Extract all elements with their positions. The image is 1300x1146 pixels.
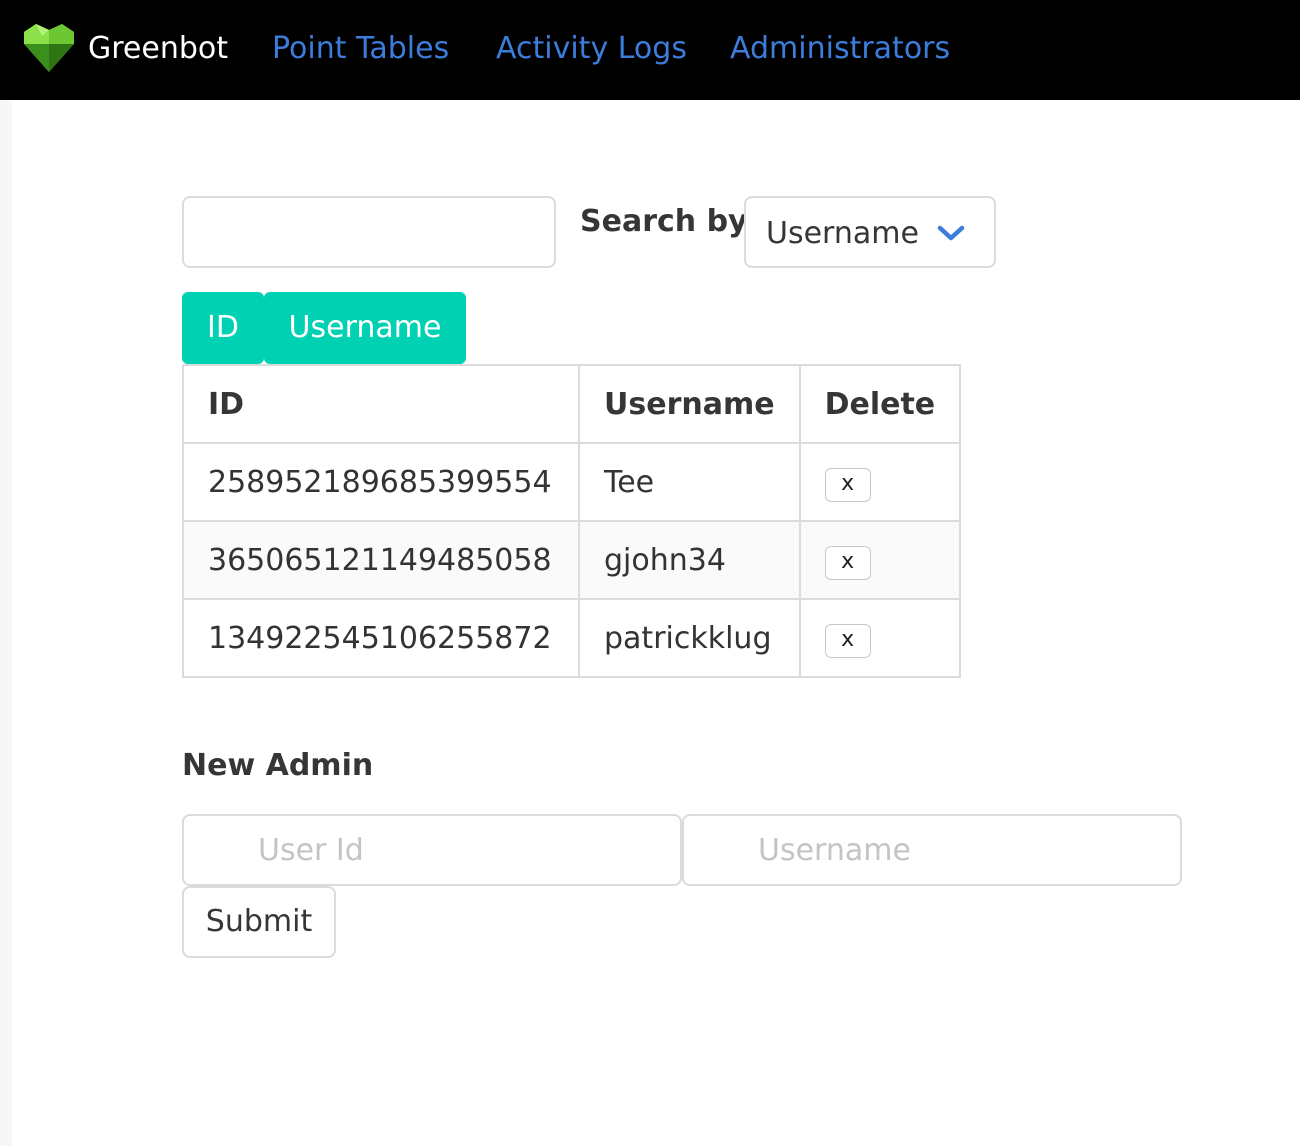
search-by-select[interactable]: Username: [744, 196, 996, 268]
delete-cell: x: [798, 598, 962, 678]
admin-username-cell: Tee: [578, 442, 801, 522]
table-header-row: ID Username Delete: [182, 364, 962, 444]
chevron-down-icon: [937, 225, 965, 241]
administrators-table: ID Username Delete 258952189685399554 Te…: [182, 364, 962, 678]
search-by-selected-value: Username: [766, 216, 919, 251]
nav-link-point-tables[interactable]: Point Tables: [272, 27, 449, 71]
delete-button[interactable]: x: [824, 467, 871, 502]
admin-username-cell: patrickklug: [578, 598, 801, 678]
sort-by-username-button[interactable]: Username: [264, 292, 466, 364]
nav-link-activity-logs[interactable]: Activity Logs: [496, 27, 687, 71]
green-heart-gem-icon[interactable]: [22, 22, 76, 74]
delete-cell: x: [798, 442, 962, 522]
admin-id-cell: 365065121149485058: [182, 520, 580, 600]
table-row: 365065121149485058 gjohn34 x: [182, 520, 962, 600]
sort-by-id-button[interactable]: ID: [182, 292, 264, 364]
admin-id-cell: 134922545106255872: [182, 598, 580, 678]
new-admin-heading: New Admin: [182, 748, 374, 783]
user-id-field[interactable]: [182, 814, 682, 886]
delete-button[interactable]: x: [824, 623, 871, 658]
column-header-delete: Delete: [798, 364, 962, 444]
nav-link-administrators[interactable]: Administrators: [730, 27, 950, 71]
admin-id-cell: 258952189685399554: [182, 442, 580, 522]
username-field[interactable]: [682, 814, 1182, 886]
table-row: 258952189685399554 Tee x: [182, 442, 962, 522]
search-input[interactable]: [182, 196, 556, 268]
delete-button[interactable]: x: [824, 545, 871, 580]
brand-name[interactable]: Greenbot: [88, 27, 228, 71]
admin-username-cell: gjohn34: [578, 520, 801, 600]
column-header-id: ID: [182, 364, 580, 444]
page-left-strip: [0, 100, 12, 1146]
column-header-username: Username: [578, 364, 801, 444]
delete-cell: x: [798, 520, 962, 600]
table-row: 134922545106255872 patrickklug x: [182, 598, 962, 678]
search-by-label: Search by:: [580, 204, 760, 239]
top-navbar: Greenbot Point Tables Activity Logs Admi…: [0, 0, 1300, 100]
submit-button[interactable]: Submit: [182, 886, 336, 958]
